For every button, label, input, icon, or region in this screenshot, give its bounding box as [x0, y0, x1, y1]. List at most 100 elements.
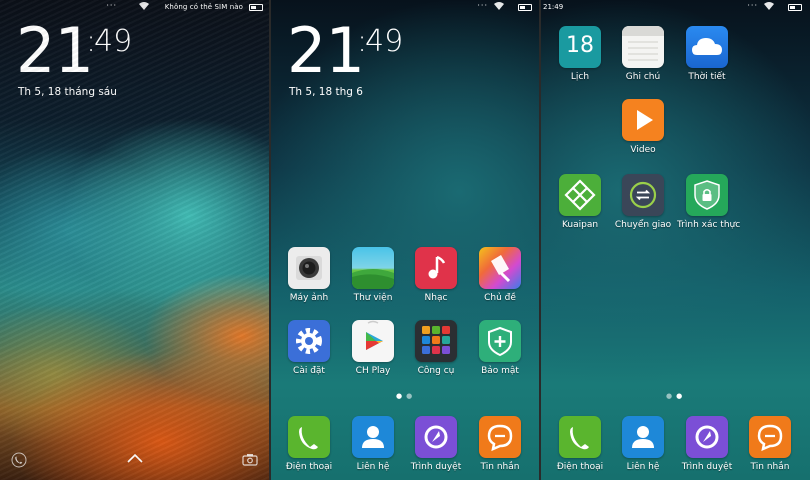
kuaipan-icon	[559, 174, 601, 216]
dock-browser[interactable]: Trình duyệt	[677, 416, 737, 472]
app-settings[interactable]: Cài đặt	[279, 320, 339, 376]
app-label: Thời tiết	[688, 72, 726, 82]
tools-folder-icon	[415, 320, 457, 362]
calendar-icon: 18	[559, 26, 601, 68]
app-camera[interactable]: Máy ảnh	[279, 247, 339, 303]
signal-dots-icon: ···	[477, 1, 488, 10]
gallery-icon	[352, 247, 394, 289]
authenticator-shield-icon	[686, 174, 728, 216]
home-clock-widget[interactable]: 21 : 49	[287, 14, 407, 87]
calendar-day-number: 18	[566, 33, 594, 58]
app-label: CH Play	[355, 366, 391, 376]
dock-messages[interactable]: Tin nhắn	[740, 416, 800, 472]
wifi-icon	[139, 2, 149, 10]
app-label: Máy ảnh	[289, 293, 329, 303]
app-security[interactable]: Bảo mật	[470, 320, 530, 376]
camera-icon[interactable]	[242, 453, 258, 466]
wifi-icon	[764, 2, 774, 10]
app-label: Tin nhắn	[480, 462, 520, 472]
app-label: Video	[630, 145, 656, 155]
app-authenticator[interactable]: Trình xác thực	[677, 174, 741, 230]
dock-phone[interactable]: Điện thoại	[279, 416, 339, 472]
browser-icon	[415, 416, 457, 458]
weather-icon	[686, 26, 728, 68]
app-calendar[interactable]: 18 Lịch	[550, 26, 610, 82]
clock-minutes: 49	[94, 24, 133, 59]
app-label: Tin nhắn	[750, 462, 790, 472]
settings-gear-icon	[288, 320, 330, 362]
dock-contacts[interactable]: Liên hệ	[613, 416, 673, 472]
carrier-text: Không có thẻ SIM nào	[164, 3, 243, 11]
messages-icon	[479, 416, 521, 458]
app-label: Ghi chú	[625, 72, 661, 82]
page-indicator[interactable]: ●●	[666, 392, 686, 400]
themes-icon	[479, 247, 521, 289]
signal-dots-icon: ···	[747, 1, 758, 10]
signal-dots-icon: ···	[106, 1, 117, 10]
contacts-icon	[622, 416, 664, 458]
app-video[interactable]: Video	[613, 99, 673, 155]
clock-hours: 21	[287, 14, 365, 87]
app-label: Công cụ	[417, 366, 455, 376]
lock-date: Th 5, 18 tháng sáu	[18, 86, 117, 98]
security-shield-icon	[479, 320, 521, 362]
dock-phone[interactable]: Điện thoại	[550, 416, 610, 472]
messages-icon	[749, 416, 791, 458]
phone-icon[interactable]	[11, 452, 27, 468]
app-music[interactable]: Nhạc	[406, 247, 466, 303]
app-label: Chuyển giao	[614, 220, 672, 230]
camera-icon	[288, 247, 330, 289]
chevron-up-icon[interactable]	[126, 452, 144, 464]
app-label: Thư viện	[353, 293, 393, 303]
app-label: Trình duyệt	[681, 462, 733, 472]
app-transfer[interactable]: Chuyển giao	[613, 174, 673, 230]
phone-icon	[288, 416, 330, 458]
app-label: Bảo mật	[481, 366, 519, 376]
notes-icon	[622, 26, 664, 68]
status-bar: ···	[271, 0, 540, 14]
battery-icon	[518, 4, 532, 11]
transfer-icon	[622, 174, 664, 216]
app-label: Liên hệ	[626, 462, 660, 472]
app-label: Trình duyệt	[410, 462, 462, 472]
app-label: Điện thoại	[556, 462, 604, 472]
app-label: Điện thoại	[285, 462, 333, 472]
app-label: Lịch	[570, 72, 590, 82]
status-time: 21:49	[543, 3, 564, 11]
app-notes[interactable]: Ghi chú	[613, 26, 673, 82]
dock-contacts[interactable]: Liên hệ	[343, 416, 403, 472]
page-indicator[interactable]: ●●	[396, 392, 416, 400]
app-kuaipan[interactable]: Kuaipan	[550, 174, 610, 230]
clock-minutes: 49	[365, 24, 404, 59]
app-label: Nhạc	[424, 293, 448, 303]
video-play-icon	[622, 99, 664, 141]
contacts-icon	[352, 416, 394, 458]
home-screen-2: 21:49 ··· 18 Lịch Ghi chú Thời tiết Vide…	[541, 0, 810, 480]
music-icon	[415, 247, 457, 289]
app-label: Liên hệ	[356, 462, 390, 472]
app-label: Kuaipan	[561, 220, 599, 230]
app-themes[interactable]: Chủ đề	[470, 247, 530, 303]
home-screen-1: ··· 21 : 49 Th 5, 18 thg 6 Máy ảnh Thư v…	[271, 0, 540, 480]
app-gallery[interactable]: Thư viện	[343, 247, 403, 303]
app-play-store[interactable]: CH Play	[343, 320, 403, 376]
status-bar: 21:49 ···	[541, 0, 810, 14]
clock-colon: :	[86, 24, 97, 59]
clock-hours: 21	[16, 14, 94, 87]
app-label: Chủ đề	[484, 293, 516, 303]
battery-icon	[788, 4, 802, 11]
phone-icon	[559, 416, 601, 458]
dock-browser[interactable]: Trình duyệt	[406, 416, 466, 472]
dock-messages[interactable]: Tin nhắn	[470, 416, 530, 472]
home-date: Th 5, 18 thg 6	[289, 86, 363, 98]
folder-tools[interactable]: Công cụ	[406, 320, 466, 376]
status-bar: ··· Không có thẻ SIM nào	[0, 0, 269, 14]
app-label: Trình xác thực	[677, 220, 741, 230]
app-label: Cài đặt	[293, 366, 325, 376]
lock-clock: 21 : 49	[16, 14, 136, 87]
browser-icon	[686, 416, 728, 458]
app-weather[interactable]: Thời tiết	[677, 26, 737, 82]
play-store-icon	[352, 320, 394, 362]
lock-screen: ··· Không có thẻ SIM nào 21 : 49 Th 5, 1…	[0, 0, 269, 480]
battery-icon	[249, 4, 263, 11]
